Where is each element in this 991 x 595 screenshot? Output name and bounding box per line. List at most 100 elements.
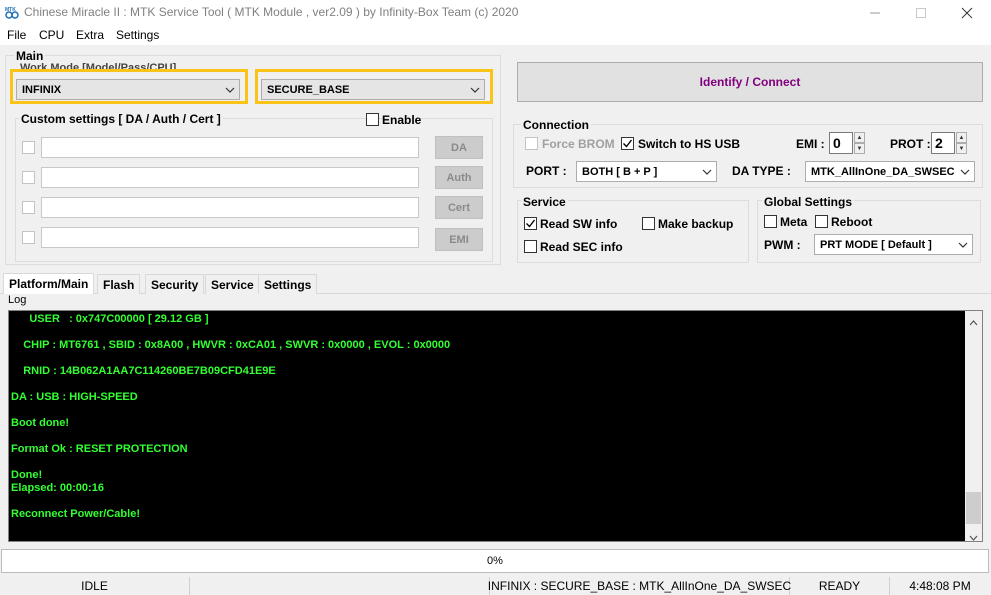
read-sec-label: Read SEC info (540, 240, 623, 254)
main-group-title: Main (14, 49, 46, 63)
status-state: IDLE (0, 577, 190, 595)
emi-button[interactable]: EMI (435, 228, 483, 251)
arrow-down-icon[interactable]: ▼ (956, 143, 967, 154)
emi-path-field[interactable] (41, 227, 419, 248)
read-sw-checkbox[interactable] (524, 217, 537, 230)
port-label: PORT : (526, 164, 567, 178)
menu-extra[interactable]: Extra (76, 28, 104, 42)
scroll-down-icon[interactable] (969, 530, 978, 541)
log-line: RNID : 14B062A1AA7C114260BE7B09CFD41E9E (11, 365, 276, 377)
chevron-down-icon (960, 169, 970, 175)
minimize-button[interactable] (852, 0, 898, 25)
log-line: Boot done! (11, 417, 70, 429)
window-title: Chinese Miracle II : MTK Service Tool ( … (24, 5, 519, 19)
progress-bar: 0% (1, 549, 989, 573)
auth-button[interactable]: Auth (435, 166, 483, 189)
da-type-select[interactable]: MTK_AllInOne_DA_SWSEC (805, 161, 975, 182)
connection-title: Connection (521, 118, 591, 132)
maximize-button[interactable] (898, 0, 944, 25)
pwm-select[interactable]: PRT MODE [ Default ] (814, 234, 973, 255)
tab-security[interactable]: Security (145, 274, 205, 294)
chevron-down-icon (702, 169, 712, 175)
da-checkbox[interactable] (22, 141, 35, 154)
chevron-down-icon (470, 87, 480, 93)
arrow-down-icon[interactable]: ▼ (854, 143, 865, 154)
brand-select[interactable]: INFINIX (16, 79, 240, 100)
maximize-icon (916, 7, 926, 18)
log-line: USER : 0x747C00000 [ 29.12 GB ] (11, 313, 209, 325)
menu-file[interactable]: File (7, 28, 26, 42)
emi-spinner-field[interactable]: 0 (829, 132, 853, 154)
da-path-field[interactable] (41, 137, 419, 158)
log-line: Format Ok : RESET PROTECTION (11, 443, 188, 455)
scroll-thumb[interactable] (966, 492, 981, 524)
tab-service[interactable]: Service (205, 274, 260, 294)
log-line: Reconnect Power/Cable! (11, 508, 140, 520)
auth-checkbox[interactable] (22, 171, 35, 184)
emi-checkbox[interactable] (22, 231, 35, 244)
status-time: 4:48:08 PM (909, 579, 971, 593)
chevron-down-icon (958, 242, 968, 248)
status-info: INFINIX : SECURE_BASE : MTK_AllInOne_DA_… (487, 577, 792, 595)
enable-label: Enable (382, 113, 422, 127)
global-settings-title: Global Settings (762, 195, 855, 209)
port-select-value: BOTH [ B + P ] (582, 165, 658, 178)
port-select[interactable]: BOTH [ B + P ] (576, 161, 717, 182)
arrow-up-icon[interactable]: ▲ (956, 132, 967, 143)
emi-spinner-buttons[interactable]: ▲ ▼ (854, 132, 865, 154)
close-icon (961, 7, 973, 18)
force-brom-checkbox[interactable] (525, 137, 538, 150)
menu-cpu[interactable]: CPU (39, 28, 64, 42)
log-label: Log (8, 294, 27, 306)
checkmark-icon (623, 139, 633, 148)
switch-hs-checkbox[interactable] (621, 137, 634, 150)
emi-label: EMI : (796, 137, 825, 151)
mode-select-value: SECURE_BASE (267, 83, 350, 96)
scroll-up-icon[interactable] (969, 315, 978, 326)
pwm-label: PWM : (764, 238, 801, 252)
prot-spinner-buttons[interactable]: ▲ ▼ (956, 132, 967, 154)
tab-settings[interactable]: Settings (258, 274, 318, 294)
reboot-checkbox[interactable] (815, 215, 828, 228)
tab-flash[interactable]: Flash (97, 274, 141, 294)
prot-label: PROT : (890, 137, 931, 151)
app-logo-icon: MTK (5, 7, 19, 19)
force-brom-label: Force BROM (542, 137, 615, 151)
pwm-select-value: PRT MODE [ Default ] (820, 238, 932, 251)
log-line: CHIP : MT6761 , SBID : 0x8A00 , HWVR : 0… (11, 339, 451, 351)
service-title: Service (521, 195, 568, 209)
close-button[interactable] (944, 0, 990, 25)
tab-platform-main[interactable]: Platform/Main (3, 273, 95, 294)
log-line: Elapsed: 00:00:16 (11, 482, 104, 494)
custom-settings-title: Custom settings [ DA / Auth / Cert ] (19, 112, 223, 126)
status-ready: READY (790, 577, 890, 595)
cert-path-field[interactable] (41, 197, 419, 218)
cert-button[interactable]: Cert (435, 196, 483, 219)
read-sec-checkbox[interactable] (524, 240, 537, 253)
log-panel[interactable]: USER : 0x747C00000 [ 29.12 GB ] CHIP : M… (8, 310, 983, 542)
log-line: Done! (11, 469, 43, 481)
meta-checkbox[interactable] (764, 215, 777, 228)
chevron-down-icon (225, 87, 235, 93)
make-backup-checkbox[interactable] (642, 217, 655, 230)
da-type-select-value: MTK_AllInOne_DA_SWSEC (811, 165, 955, 178)
log-line: DA : USB : HIGH-SPEED (11, 391, 138, 403)
enable-checkbox[interactable] (366, 113, 379, 126)
auth-path-field[interactable] (41, 167, 419, 188)
cert-checkbox[interactable] (22, 201, 35, 214)
read-sw-label: Read SW info (540, 217, 618, 231)
reboot-label: Reboot (831, 215, 873, 229)
identify-connect-button[interactable]: Identify / Connect (517, 62, 983, 102)
prot-spinner-field[interactable]: 2 (931, 132, 955, 154)
da-type-label: DA TYPE : (732, 164, 791, 178)
da-button[interactable]: DA (435, 136, 483, 159)
checkmark-icon (526, 219, 536, 228)
meta-label: Meta (780, 215, 808, 229)
arrow-up-icon[interactable]: ▲ (854, 132, 865, 143)
switch-hs-label: Switch to HS USB (638, 137, 741, 151)
menu-settings[interactable]: Settings (116, 28, 159, 42)
mode-select[interactable]: SECURE_BASE (261, 79, 485, 100)
log-scrollbar[interactable] (965, 311, 982, 541)
status-spacer (190, 577, 490, 595)
minimize-icon (870, 12, 880, 13)
